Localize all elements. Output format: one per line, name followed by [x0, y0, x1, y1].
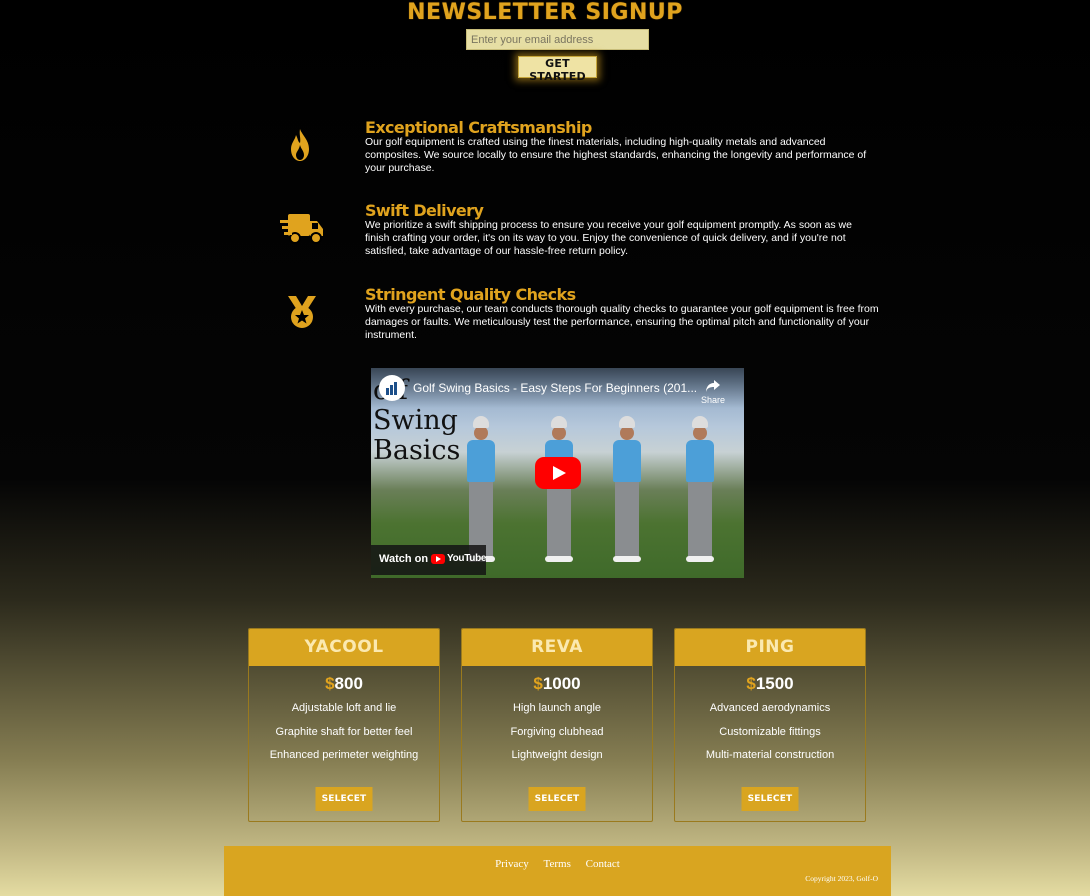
plan-name: YACOOL — [249, 629, 439, 666]
pricing-card: YACOOL $800 Adjustable loft and lie Grap… — [248, 628, 440, 822]
feature-text: We prioritize a swift shipping process t… — [365, 219, 852, 257]
contact-link[interactable]: Contact — [586, 858, 620, 870]
watch-on-youtube-button[interactable]: Watch on YouTube — [371, 545, 487, 575]
plan-feature-item: Graphite shaft for better feel — [275, 725, 413, 738]
plan-feature-item: Lightweight design — [511, 749, 603, 761]
golfer-figure — [541, 416, 575, 566]
channel-avatar-icon[interactable] — [379, 375, 405, 401]
plan-name: PING — [675, 629, 865, 666]
copyright-text: Copyright 2023, Golf-O — [805, 874, 878, 883]
get-started-button[interactable]: GET STARTED — [518, 56, 597, 83]
plan-feature-item: Adjustable loft and lie — [291, 702, 397, 714]
select-button[interactable]: SELECET — [741, 787, 799, 811]
feature-quality: Stringent Quality Checks With every purc… — [0, 286, 1090, 346]
feature-craftsmanship: Exceptional Craftsmanship Our golf equip… — [0, 119, 1090, 179]
plan-feature-item: Multi-material construction — [705, 749, 835, 761]
plan-price: $1000 — [533, 674, 581, 693]
feature-title: Exceptional Craftsmanship — [365, 118, 592, 137]
flame-icon — [289, 128, 311, 167]
youtube-video-embed[interactable]: olf Swing Basics Golf Swing Basics - Eas… — [371, 368, 744, 578]
truck-icon — [280, 212, 324, 251]
golfer-figure — [682, 416, 716, 566]
select-button[interactable]: SELECET — [528, 787, 586, 811]
pricing-card: PING $1500 Advanced aerodynamics Customi… — [674, 628, 866, 822]
select-button[interactable]: SELECET — [315, 787, 373, 811]
feature-delivery: Swift Delivery We prioritize a swift shi… — [0, 202, 1090, 262]
email-input[interactable] — [466, 29, 649, 50]
plan-feature-item: Advanced aerodynamics — [709, 702, 831, 714]
feature-title: Stringent Quality Checks — [365, 285, 576, 304]
privacy-link[interactable]: Privacy — [495, 858, 529, 870]
plan-features: Advanced aerodynamics Customizable fitti… — [675, 702, 865, 762]
feature-text: With every purchase, our team conducts t… — [365, 303, 879, 341]
footer-links: Privacy Terms Contact — [224, 858, 891, 870]
newsletter-title: NEWSLETTER SIGNUP — [407, 0, 683, 25]
plan-name: REVA — [462, 629, 652, 666]
share-icon — [706, 380, 720, 392]
plan-feature-item: Customizable fittings — [719, 725, 821, 738]
plan-features: Adjustable loft and lie Graphite shaft f… — [249, 702, 439, 762]
feature-text: Our golf equipment is crafted using the … — [365, 136, 867, 174]
plan-features: High launch angle Forgiving clubhead Lig… — [462, 702, 652, 762]
youtube-logo-icon — [431, 554, 445, 564]
golfer-figure — [463, 416, 497, 566]
footer: Privacy Terms Contact Copyright 2023, Go… — [224, 846, 891, 896]
terms-link[interactable]: Terms — [544, 858, 571, 870]
plan-feature-item: Enhanced perimeter weighting — [269, 749, 419, 761]
plan-feature-item: High launch angle — [512, 702, 602, 714]
plan-price: $1500 — [746, 674, 794, 693]
medal-icon — [284, 294, 320, 335]
golfer-figure — [609, 416, 643, 566]
feature-title: Swift Delivery — [365, 201, 484, 220]
plan-feature-item: Forgiving clubhead — [510, 725, 604, 738]
video-title[interactable]: Golf Swing Basics - Easy Steps For Begin… — [413, 381, 697, 395]
plan-price: $800 — [325, 674, 363, 693]
pricing-card: REVA $1000 High launch angle Forgiving c… — [461, 628, 653, 822]
share-button[interactable]: Share — [701, 379, 725, 405]
play-button[interactable] — [535, 457, 581, 489]
